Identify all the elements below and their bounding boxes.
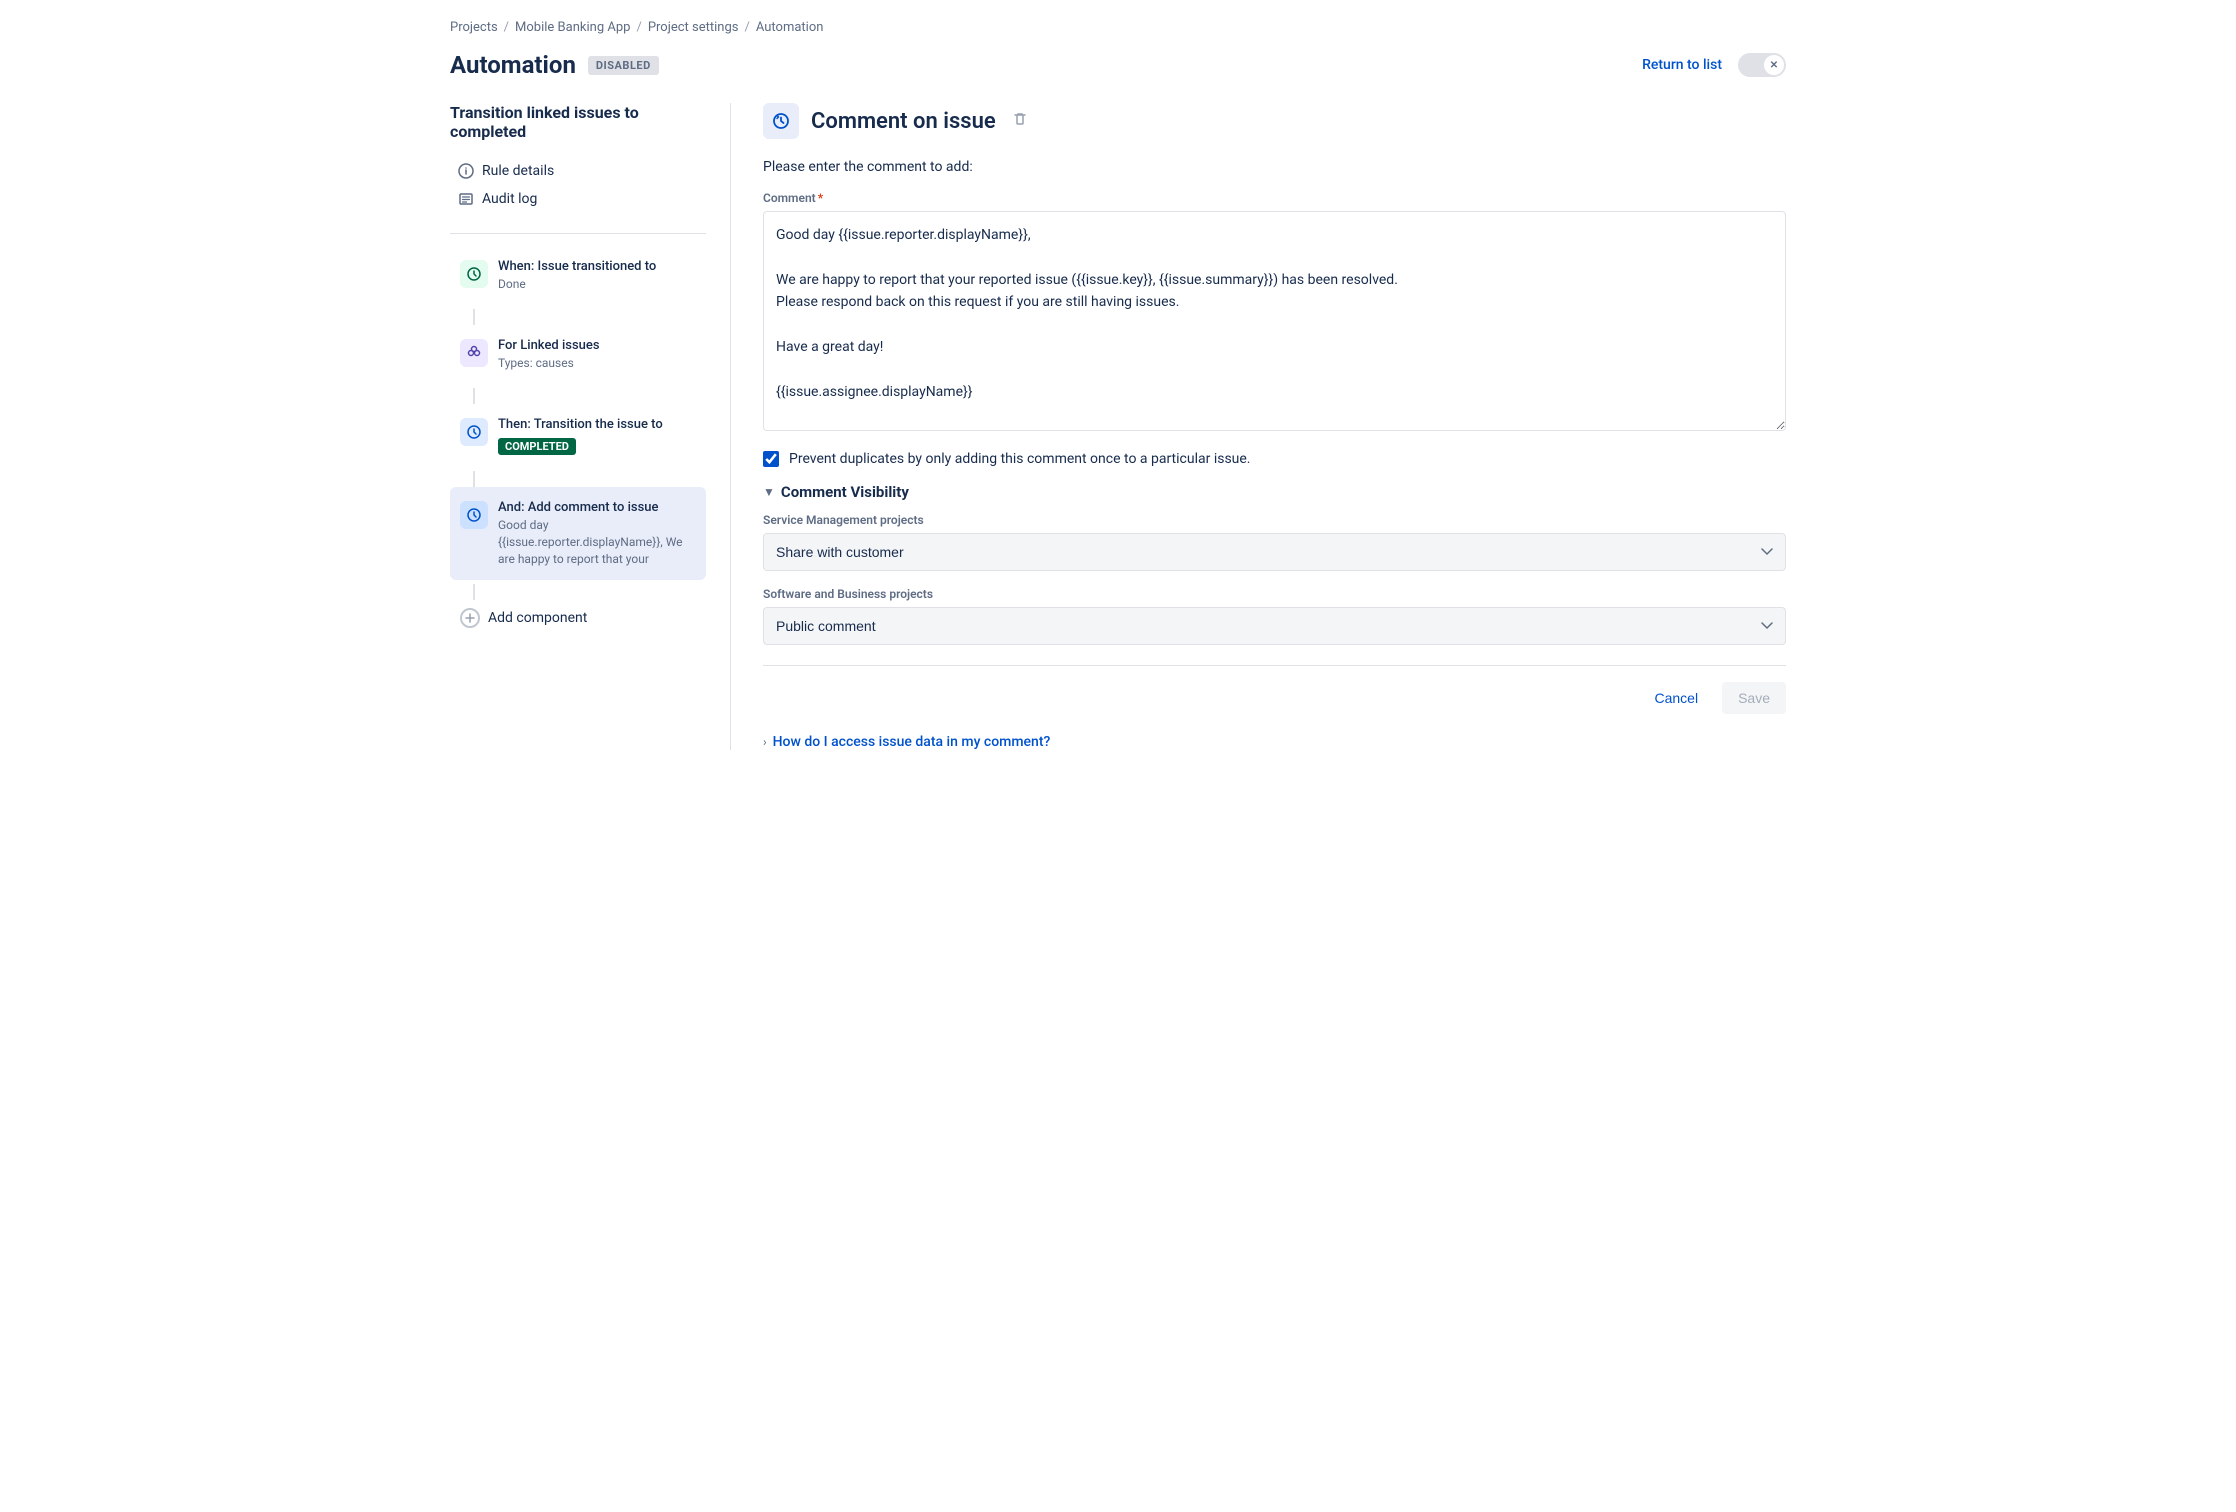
page-header: Automation DISABLED Return to list ✕ [450,51,1786,79]
help-text: How do I access issue data in my comment… [773,734,1051,750]
when-step-sublabel: Done [498,276,696,293]
chevron-down-icon: ▼ [763,485,775,499]
step-connector-2 [473,388,475,404]
transition-icon [466,266,482,282]
for-step-icon [460,339,488,367]
breadcrumb-settings[interactable]: Project settings [648,20,739,35]
audit-log-label: Audit log [482,191,537,207]
add-component[interactable]: Add component [450,600,706,636]
help-chevron-icon: › [763,735,767,749]
sidebar-item-audit-log[interactable]: Audit log [450,185,706,213]
sidebar-title: Transition linked issues to completed [450,103,706,141]
step-connector-3 [473,471,475,487]
completed-badge: COMPLETED [498,438,576,455]
for-step-sublabel: Types: causes [498,355,696,372]
comment-visibility-toggle[interactable]: ▼ Comment Visibility [763,483,1786,501]
workflow-steps: When: Issue transitioned to Done [450,246,706,636]
software-business-label: Software and Business projects [763,587,1786,601]
content-area: Transition linked issues to completed Ru… [450,103,1786,750]
panel-header: Comment on issue [763,103,1786,139]
sidebar: Transition linked issues to completed Ru… [450,103,730,750]
main-panel: Comment on issue Please enter the commen… [730,103,1786,750]
when-step[interactable]: When: Issue transitioned to Done [450,246,706,305]
service-management-select[interactable]: Share with customer Internal comment Pub… [763,533,1786,571]
service-management-label: Service Management projects [763,513,1786,527]
panel-subtitle: Please enter the comment to add: [763,159,1786,175]
required-star: * [818,191,823,205]
comment-label: Comment * [763,191,1786,205]
for-step[interactable]: For Linked issues Types: causes [450,325,706,384]
comment-field-group: Comment * Good day {{issue.reporter.disp… [763,191,1786,435]
help-section[interactable]: › How do I access issue data in my comme… [763,734,1786,750]
and-step-label: And: Add comment to issue [498,499,696,517]
step-connector-1 [473,309,475,325]
then-step[interactable]: Then: Transition the issue to COMPLETED [450,404,706,467]
add-component-label: Add component [488,610,587,626]
delete-icon[interactable] [1012,111,1028,131]
and-step[interactable]: And: Add comment to issue Good day {{iss… [450,487,706,580]
breadcrumb-automation[interactable]: Automation [756,20,824,35]
page-title: Automation [450,51,576,79]
when-step-icon [460,260,488,288]
comment-icon [466,507,482,523]
save-button[interactable]: Save [1722,682,1786,714]
prevent-duplicates-checkbox[interactable] [763,451,779,467]
plus-icon [465,613,475,623]
breadcrumb-app[interactable]: Mobile Banking App [515,20,630,35]
automation-toggle[interactable]: ✕ [1738,53,1786,77]
disabled-badge: DISABLED [588,56,659,75]
info-icon [458,163,474,179]
step-connector-4 [473,584,475,600]
visibility-section: ▼ Comment Visibility Service Management … [763,483,1786,645]
sidebar-nav: Rule details Audit log [450,157,706,213]
panel-icon [763,103,799,139]
software-business-select[interactable]: Public comment Internal comment [763,607,1786,645]
add-component-circle [460,608,480,628]
prevent-duplicates-label: Prevent duplicates by only adding this c… [789,451,1251,467]
comment-visibility-title: Comment Visibility [781,483,909,501]
and-step-icon [460,501,488,529]
prevent-duplicates-row: Prevent duplicates by only adding this c… [763,451,1786,467]
rule-details-label: Rule details [482,163,554,179]
comment-textarea[interactable]: Good day {{issue.reporter.displayName}},… [763,211,1786,431]
breadcrumb-projects[interactable]: Projects [450,20,498,35]
return-to-list-link[interactable]: Return to list [1642,57,1722,73]
sidebar-divider [450,233,706,234]
cancel-button[interactable]: Cancel [1642,682,1710,714]
then-step-label: Then: Transition the issue to [498,416,696,434]
panel-footer: Cancel Save [763,665,1786,714]
when-step-label: When: Issue transitioned to [498,258,696,276]
linked-icon [466,345,482,361]
service-management-subsection: Service Management projects Share with c… [763,513,1786,571]
list-icon [458,191,474,207]
sidebar-item-rule-details[interactable]: Rule details [450,157,706,185]
transition2-icon [466,424,482,440]
for-step-label: For Linked issues [498,337,696,355]
then-step-icon [460,418,488,446]
panel-title: Comment on issue [811,109,996,134]
panel-refresh-icon [771,111,791,131]
software-business-subsection: Software and Business projects Public co… [763,587,1786,645]
breadcrumb: Projects / Mobile Banking App / Project … [450,20,1786,35]
and-step-sublabel: Good day {{issue.reporter.displayName}},… [498,517,696,567]
